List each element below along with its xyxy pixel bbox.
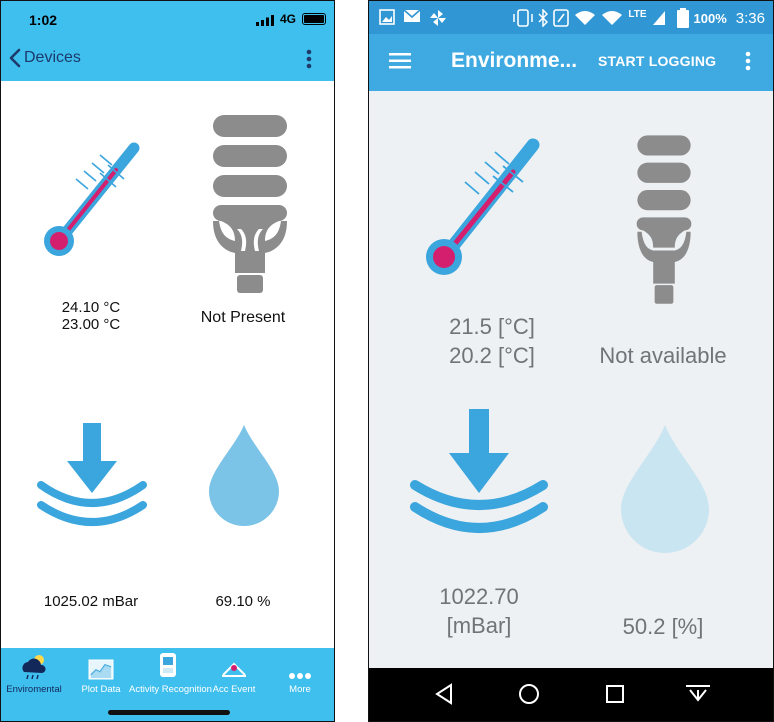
pressure-value: 1022.70 [439,584,519,609]
battery-icon [302,13,326,25]
back-button[interactable]: Devices [9,48,81,68]
status-time: 1:02 [29,12,58,28]
more-dots-icon [289,673,311,679]
pressure-value: 1025.02 mBar [43,593,139,610]
wifi-icon [575,11,596,25]
lte-label: LTE [628,8,647,20]
humidity-value: 69.10 % [215,593,271,610]
temperature-readout: 24.10 °C 23.00 °C [21,299,161,333]
light-bulb-icon [213,115,287,293]
wifi-icon-2 [602,11,623,25]
tab-plot-data[interactable]: Plot Data [68,650,134,695]
home-circle-icon[interactable] [517,682,541,706]
start-logging-button[interactable]: START LOGGING [598,53,716,69]
hamburger-menu-icon[interactable] [389,53,411,69]
thermometer-icon [426,138,540,275]
vibrate-icon [513,9,534,27]
overflow-menu-icon[interactable] [745,51,751,71]
temperature-readout: 21.5 [°C] 20.2 [°C] [407,312,577,370]
tab-label: Acc Event [212,684,256,695]
android-screen: LTE 100% 3:36 Environme... START LOGGING… [368,0,774,722]
tab-enviromental[interactable]: Enviromental [1,650,67,695]
gallery-icon [379,9,395,25]
tab-more[interactable]: More [267,650,333,695]
light-status: Not Present [200,309,286,326]
thermometer-icon [44,142,140,256]
mail-icon [403,9,421,22]
hide-keyboard-icon[interactable] [685,684,711,704]
light-bulb-icon [636,135,692,304]
bluetooth-icon [538,9,549,27]
battery-icon [676,8,689,28]
chart-icon [88,659,114,680]
android-status-bar: LTE 100% 3:36 [369,1,773,34]
temperature-1-value: 24.10 °C [61,299,121,316]
tab-acc-event[interactable]: Acc Event [201,650,267,695]
acc-event-icon [222,662,246,677]
ios-nav-bar: Devices [1,37,334,81]
tab-label: Activity Recognition [129,684,212,695]
weather-cloud-icon [22,655,46,680]
chevron-left-icon [9,48,21,68]
ios-status-bar: 1:02 4G [1,1,334,37]
status-time: 3:36 [735,9,765,27]
app-title: Environme... [451,49,578,72]
nfc-icon [553,9,570,27]
back-label: Devices [24,49,81,66]
light-status: Not available [599,343,727,368]
humidity-value: 50.2 [%] [622,614,704,639]
android-app-bar: Environme... START LOGGING [369,34,773,91]
temperature-2-value: 23.00 °C [61,316,121,333]
ios-screen: 1:02 4G Devices 24.10 °C 23.00 °C Not Pr… [0,0,335,722]
activity-icon [160,653,176,677]
tab-label: Plot Data [81,684,121,695]
recents-square-icon[interactable] [605,684,625,704]
pressure-icon [37,423,147,526]
cell-signal-icon [652,11,665,25]
home-indicator[interactable] [108,710,230,715]
network-type: 4G [279,12,296,26]
water-drop-icon [621,425,709,553]
pressure-unit: [mBar] [446,613,512,638]
pinwheel-icon [430,10,446,26]
signal-icon [256,15,274,26]
tab-label: Enviromental [6,684,62,695]
pressure-icon [410,409,548,533]
android-nav-bar [369,668,773,721]
water-drop-icon [209,425,279,526]
pressure-readout: 1022.70 [mBar] [394,582,564,640]
temperature-1-value: 21.5 [°C] [449,314,535,339]
battery-percent: 100% [693,10,727,26]
tab-label: More [289,684,311,695]
tab-activity-recognition[interactable]: Activity Recognition [129,650,212,695]
temperature-2-value: 20.2 [°C] [449,343,535,368]
back-triangle-icon[interactable] [433,682,455,706]
more-vertical-icon[interactable] [306,49,312,69]
